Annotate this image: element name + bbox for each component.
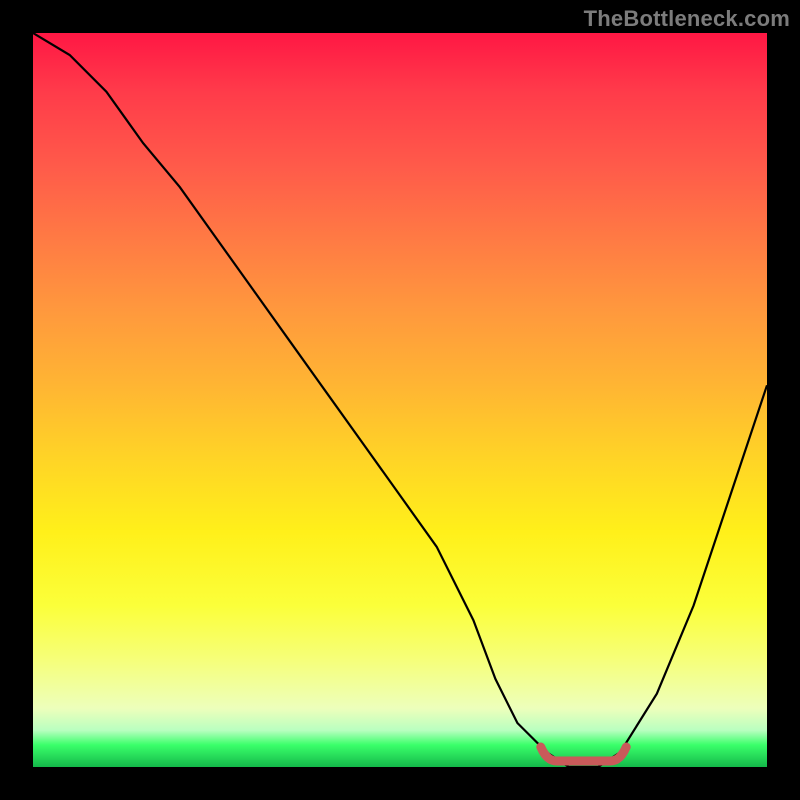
valley-marker	[541, 747, 626, 761]
plot-area	[33, 33, 767, 767]
curve-path	[33, 33, 767, 767]
watermark-text: TheBottleneck.com	[584, 6, 790, 32]
chart-frame: TheBottleneck.com	[0, 0, 800, 800]
bottleneck-curve	[33, 33, 767, 767]
